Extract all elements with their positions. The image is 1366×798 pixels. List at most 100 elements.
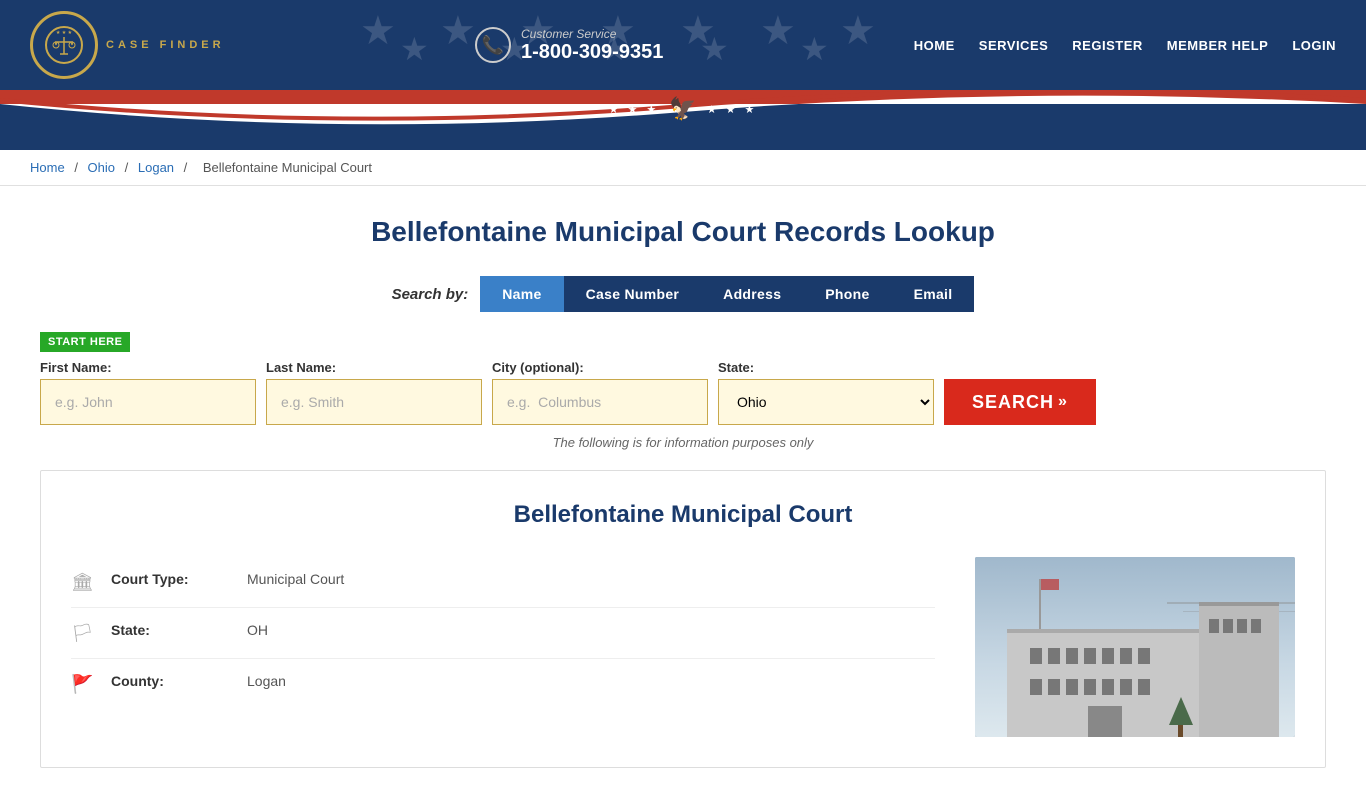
window xyxy=(1251,619,1261,633)
state-field: State: Ohio Alabama Alaska Arizona Arkan… xyxy=(718,360,934,425)
tab-phone[interactable]: Phone xyxy=(803,276,891,312)
window xyxy=(1237,619,1247,633)
court-info-left: 🏛 Court Type: Municipal Court 🏳 State: O… xyxy=(71,557,935,737)
building-illustration xyxy=(975,557,1295,737)
tab-address[interactable]: Address xyxy=(701,276,803,312)
svg-text:★ ★ ★: ★ ★ ★ xyxy=(56,30,73,36)
eagle-icon: 🦅 xyxy=(669,96,696,122)
page-title: Bellefontaine Municipal Court Records Lo… xyxy=(40,216,1326,248)
city-input[interactable] xyxy=(492,379,708,425)
tab-email[interactable]: Email xyxy=(892,276,975,312)
windows-row1 xyxy=(1030,648,1150,664)
first-name-label: First Name: xyxy=(40,360,256,375)
window xyxy=(1138,679,1150,695)
search-form: First Name: Last Name: City (optional): … xyxy=(40,360,1326,425)
search-button-label: SEARCH xyxy=(972,392,1054,413)
building-right xyxy=(1199,602,1279,737)
phone-icon: 📞 xyxy=(475,27,511,63)
window xyxy=(1209,619,1219,633)
windows-row2 xyxy=(1030,679,1150,695)
nav-login[interactable]: LOGIN xyxy=(1292,38,1336,53)
window xyxy=(1120,648,1132,664)
court-card-title: Bellefontaine Municipal Court xyxy=(71,501,1295,529)
court-card-body: 🏛 Court Type: Municipal Court 🏳 State: O… xyxy=(71,557,1295,737)
building-icon: 🏛 xyxy=(71,572,95,593)
window xyxy=(1138,648,1150,664)
customer-service-label: Customer Service xyxy=(521,27,663,41)
main-content: Bellefontaine Municipal Court Records Lo… xyxy=(0,186,1366,798)
stars-right: ★ ★ ★ xyxy=(707,103,758,116)
breadcrumb-sep-2: / xyxy=(125,160,132,175)
window xyxy=(1048,679,1060,695)
site-header: ★ ★ ★ ★ ★ ★ ★ ★ ★ ★ ★ ★ ★ ★ ★ xyxy=(0,0,1366,90)
tab-name[interactable]: Name xyxy=(480,276,563,312)
nav-member-help[interactable]: MEMBER HELP xyxy=(1167,38,1269,53)
nav-register[interactable]: REGISTER xyxy=(1072,38,1142,53)
court-building-image xyxy=(975,557,1295,737)
window xyxy=(1030,679,1042,695)
door xyxy=(1088,706,1123,737)
window xyxy=(1084,679,1096,695)
breadcrumb-ohio[interactable]: Ohio xyxy=(88,160,115,175)
state-flag-icon: 🏳 xyxy=(71,623,95,644)
county-flag-icon: 🚩 xyxy=(71,674,95,695)
eagle-emblem: ★ ★ ★ 🦅 ★ ★ ★ xyxy=(609,96,758,122)
window xyxy=(1066,648,1078,664)
wave-banner: ★ ★ ★ 🦅 ★ ★ ★ xyxy=(0,90,1366,150)
window xyxy=(1084,648,1096,664)
phone-info: Customer Service 1-800-309-9351 xyxy=(521,27,663,64)
logo-circle: ★ ★ ★ xyxy=(30,11,98,79)
court-type-label: Court Type: xyxy=(111,571,231,587)
logo[interactable]: ★ ★ ★ Court Case Finder CASE FINDER xyxy=(30,11,225,79)
start-here-badge: START HERE xyxy=(40,332,130,352)
court-type-value: Municipal Court xyxy=(247,571,344,587)
logo-text: Court Case Finder CASE FINDER xyxy=(106,39,225,51)
window xyxy=(1102,679,1114,695)
city-field: City (optional): xyxy=(492,360,708,425)
phone-number[interactable]: 1-800-309-9351 xyxy=(521,41,663,64)
window xyxy=(1066,679,1078,695)
flag xyxy=(1041,579,1059,590)
first-name-field: First Name: xyxy=(40,360,256,425)
court-county-value: Logan xyxy=(247,673,286,689)
breadcrumb: Home / Ohio / Logan / Bellefontaine Muni… xyxy=(0,150,1366,186)
court-state-row: 🏳 State: OH xyxy=(71,608,935,659)
breadcrumb-sep-1: / xyxy=(74,160,81,175)
main-nav: HOME SERVICES REGISTER MEMBER HELP LOGIN xyxy=(914,38,1336,53)
state-label: State: xyxy=(718,360,934,375)
window xyxy=(1102,648,1114,664)
search-by-row: Search by: Name Case Number Address Phon… xyxy=(40,276,1326,312)
search-chevron-icon: » xyxy=(1058,393,1068,411)
header-logo-area: ★ ★ ★ Court Case Finder CASE FINDER xyxy=(30,11,225,79)
window xyxy=(1048,648,1060,664)
first-name-input[interactable] xyxy=(40,379,256,425)
court-state-value: OH xyxy=(247,622,268,638)
stars-left: ★ ★ ★ xyxy=(609,103,660,116)
search-tabs: Name Case Number Address Phone Email xyxy=(480,276,974,312)
breadcrumb-current: Bellefontaine Municipal Court xyxy=(203,160,372,175)
breadcrumb-home[interactable]: Home xyxy=(30,160,65,175)
nav-services[interactable]: SERVICES xyxy=(979,38,1049,53)
flag-pole xyxy=(1039,579,1041,629)
last-name-input[interactable] xyxy=(266,379,482,425)
court-state-label: State: xyxy=(111,622,231,638)
info-note: The following is for information purpose… xyxy=(40,435,1326,450)
window xyxy=(1223,619,1233,633)
last-name-label: Last Name: xyxy=(266,360,482,375)
last-name-field: Last Name: xyxy=(266,360,482,425)
nav-home[interactable]: HOME xyxy=(914,38,955,53)
header-contact: 📞 Customer Service 1-800-309-9351 xyxy=(475,27,663,64)
state-select[interactable]: Ohio Alabama Alaska Arizona Arkansas Cal… xyxy=(718,379,934,425)
windows-right xyxy=(1209,619,1273,637)
search-button[interactable]: SEARCH » xyxy=(944,379,1096,425)
court-card: Bellefontaine Municipal Court 🏛 Court Ty… xyxy=(40,470,1326,768)
breadcrumb-logan[interactable]: Logan xyxy=(138,160,174,175)
court-county-row: 🚩 County: Logan xyxy=(71,659,935,709)
tab-case-number[interactable]: Case Number xyxy=(564,276,702,312)
breadcrumb-sep-3: / xyxy=(184,160,191,175)
window xyxy=(1120,679,1132,695)
search-by-label: Search by: xyxy=(392,286,469,303)
city-label: City (optional): xyxy=(492,360,708,375)
tree-trunk xyxy=(1178,725,1183,737)
tree-top xyxy=(1169,697,1193,725)
